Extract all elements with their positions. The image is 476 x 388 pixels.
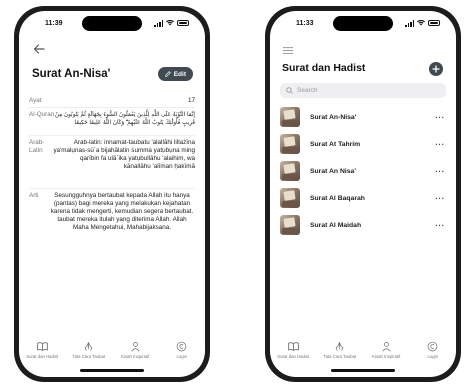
plus-icon: [432, 65, 440, 73]
home-indicator[interactable]: [331, 369, 395, 372]
row-ayat: Ayat 17: [29, 97, 195, 105]
wifi-icon: [166, 20, 174, 26]
book-open-icon: [288, 342, 299, 351]
dynamic-island: [82, 16, 142, 31]
al-quran-label: Al-Quran: [29, 111, 55, 118]
surah-thumbnail: [280, 134, 300, 154]
wifi-icon: [417, 20, 425, 26]
nav-item-surat-dan-hadist[interactable]: Surat dan Hadist: [272, 341, 314, 359]
copyright-icon: [427, 341, 438, 352]
person-icon: [382, 342, 391, 352]
hands-pray-icon: [335, 342, 344, 351]
edit-label: Edit: [173, 70, 186, 78]
list-item[interactable]: Surat Al Baqarah ···: [280, 187, 446, 209]
surah-name: Surat At Tahrim: [310, 140, 361, 148]
home-indicator[interactable]: [80, 369, 144, 372]
hamburger-menu-icon[interactable]: [283, 47, 293, 54]
pencil-icon: [164, 71, 171, 77]
nav-label: Surat dan Hadist: [277, 354, 310, 359]
page-title: Surat dan Hadist: [282, 62, 366, 74]
status-icons: [405, 20, 440, 27]
dynamic-island: [333, 16, 393, 31]
list-item[interactable]: Surat Al Maidah ···: [280, 214, 446, 236]
list-item[interactable]: Surat An-Nisa' ···: [280, 106, 446, 128]
nav-item-login[interactable]: Login: [412, 341, 454, 359]
nav-item-tata-cara-taubat[interactable]: Tata Cara Taubat: [68, 341, 110, 359]
more-options-button[interactable]: ···: [434, 113, 446, 122]
nav-item-surat-dan-hadist[interactable]: Surat dan Hadist: [21, 341, 63, 359]
nav-label: Tata Cara Taubat: [72, 354, 106, 359]
nav-item-tata-cara-taubat[interactable]: Tata Cara Taubat: [319, 341, 361, 359]
status-icons: [154, 20, 189, 27]
nav-label: Surat dan Hadist: [26, 354, 59, 359]
surah-name: Surat Al Baqarah: [310, 194, 365, 202]
surah-thumbnail: [280, 215, 300, 235]
ayat-label: Ayat: [29, 97, 42, 104]
ayat-value: 17: [187, 97, 195, 104]
surah-detail-screen: 11:39 Surat An-Nisa' Edit Ayat 17 Al-Qur…: [19, 11, 205, 377]
nav-label: Kisah Inspiratif: [372, 354, 401, 359]
nav-label: Tata Cara Taubat: [323, 354, 357, 359]
arti-label: Arti: [29, 192, 39, 199]
more-options-button[interactable]: ···: [434, 140, 446, 149]
page-title: Surat An-Nisa': [32, 68, 111, 80]
divider: [29, 135, 195, 136]
nav-label: Login: [176, 354, 187, 359]
surah-thumbnail: [280, 161, 300, 181]
battery-icon: [428, 20, 440, 26]
surah-thumbnail: [280, 107, 300, 127]
surah-list: Surat An-Nisa' ··· Surat At Tahrim ··· S…: [280, 106, 446, 241]
row-al-quran: Al-Quran إِنَّمَا التَّوْبَةُ عَلَى اللَ…: [29, 111, 195, 127]
cellular-signal-icon: [405, 20, 414, 27]
list-item[interactable]: Surat An Nisa' ···: [280, 160, 446, 182]
more-options-button[interactable]: ···: [434, 194, 446, 203]
more-options-button[interactable]: ···: [434, 167, 446, 176]
arab-latin-value: Arab-latin: innamat-taubatu 'alallāhi li…: [53, 139, 195, 170]
row-arab-latin: Arab-Latin Arab-latin: innamat-taubatu '…: [29, 139, 195, 171]
hands-pray-icon: [84, 342, 93, 351]
al-quran-value: إِنَّمَا التَّوْبَةُ عَلَى اللَّهِ لِلَّ…: [55, 112, 195, 126]
cellular-signal-icon: [154, 20, 163, 27]
bottom-nav: Surat dan Hadist Tata Cara Taubat Kisah …: [19, 341, 205, 363]
nav-label: Kisah Inspiratif: [121, 354, 150, 359]
copyright-icon: [176, 341, 187, 352]
book-open-icon: [37, 342, 48, 351]
nav-item-kisah-inspiratif[interactable]: Kisah Inspiratif: [114, 341, 156, 359]
back-arrow-icon[interactable]: [33, 43, 45, 55]
person-icon: [131, 342, 140, 352]
phone-frame-left: 11:39 Surat An-Nisa' Edit Ayat 17 Al-Qur…: [14, 6, 210, 382]
arti-value: Sesungguhnya bertaubat kepada Allah itu …: [50, 192, 194, 231]
add-surah-button[interactable]: [429, 62, 443, 76]
row-arti: Arti Sesungguhnya bertaubat kepada Allah…: [29, 192, 195, 232]
battery-icon: [177, 20, 189, 26]
more-options-button[interactable]: ···: [434, 221, 446, 230]
list-item[interactable]: Surat At Tahrim ···: [280, 133, 446, 155]
search-input[interactable]: Search: [280, 83, 446, 98]
nav-item-kisah-inspiratif[interactable]: Kisah Inspiratif: [365, 341, 407, 359]
surah-list-screen: 11:33 Surat dan Hadist Search Surat An-N…: [270, 11, 456, 377]
divider: [29, 188, 195, 189]
status-time: 11:39: [45, 19, 63, 27]
surah-thumbnail: [280, 188, 300, 208]
bottom-nav: Surat dan Hadist Tata Cara Taubat Kisah …: [270, 341, 456, 363]
surah-name: Surat Al Maidah: [310, 221, 362, 229]
nav-label: Login: [427, 354, 438, 359]
nav-item-login[interactable]: Login: [161, 341, 203, 359]
surah-name: Surat An Nisa': [310, 167, 356, 175]
search-icon: [286, 87, 293, 94]
status-time: 11:33: [296, 19, 314, 27]
search-placeholder: Search: [297, 87, 318, 94]
phone-frame-right: 11:33 Surat dan Hadist Search Surat An-N…: [265, 6, 461, 382]
edit-button[interactable]: Edit: [157, 67, 193, 81]
divider: [29, 107, 195, 108]
surah-name: Surat An-Nisa': [310, 113, 357, 121]
arab-latin-label: Arab-Latin: [29, 139, 45, 154]
